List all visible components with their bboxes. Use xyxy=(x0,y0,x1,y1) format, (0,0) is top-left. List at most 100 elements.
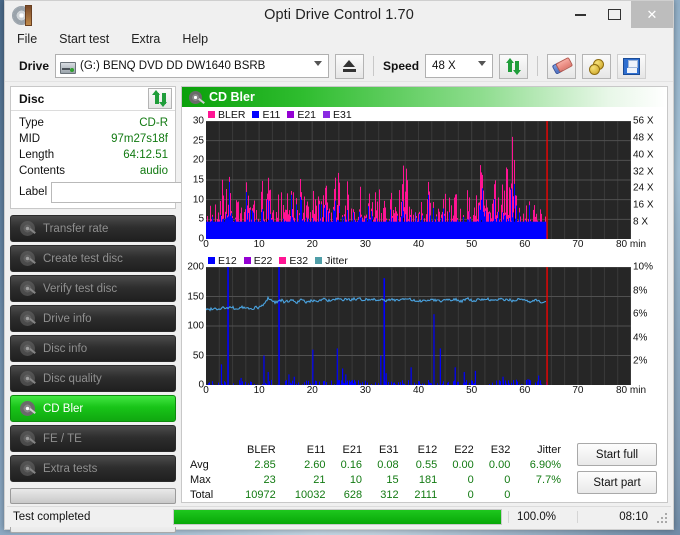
legend-swatch xyxy=(287,111,295,118)
menu-item-file[interactable]: File xyxy=(17,32,37,46)
save-button[interactable] xyxy=(617,53,647,79)
speed-select[interactable]: 48 X xyxy=(425,54,494,78)
y-tick-label: 10 xyxy=(192,194,204,206)
sidebar-item-extra-tests[interactable]: Extra tests xyxy=(10,455,176,482)
legend-item-jitter: Jitter xyxy=(315,255,348,267)
right-tick-label: 40 X xyxy=(633,149,654,161)
stats-col-e31: E31 xyxy=(379,443,399,456)
sidebar-item-fe-te[interactable]: FE / TE xyxy=(10,425,176,452)
maximize-button[interactable] xyxy=(597,1,631,28)
drive-label: Drive xyxy=(19,59,50,73)
sidebar-item-verify-test-disc[interactable]: Verify test disc xyxy=(10,275,176,302)
right-tick-label: 4% xyxy=(633,332,648,344)
nav-spacer xyxy=(10,488,176,504)
table-row: Avg 2.85 2.60 0.16 0.08 0.55 0.00 0.00 6… xyxy=(188,457,563,472)
legend-item-bler: BLER xyxy=(208,109,245,121)
sidebar-item-label: Transfer rate xyxy=(43,222,109,235)
bler-x-axis: 0 10 20 30 40 50 60 70 80 min xyxy=(184,239,665,252)
right-tick-label: 48 X xyxy=(633,132,654,144)
stats-row-label: Avg xyxy=(190,458,209,471)
close-button[interactable]: ✕ xyxy=(631,1,673,28)
sidebar-item-disc-quality[interactable]: Disc quality xyxy=(10,365,176,392)
y-tick-label: 20 xyxy=(192,154,204,166)
disc-icon xyxy=(20,341,35,356)
x-tick-label: 60 xyxy=(519,239,531,250)
stats-col-jitter: Jitter xyxy=(537,443,561,456)
eject-button[interactable] xyxy=(335,53,365,79)
y-tick-label: 25 xyxy=(192,135,204,147)
drive-select[interactable]: (G:) BENQ DVD DD DW1640 BSRB xyxy=(55,54,330,78)
x-tick-label: 40 xyxy=(412,385,425,396)
minimize-button[interactable] xyxy=(563,1,597,28)
menu-item-extra[interactable]: Extra xyxy=(131,32,160,46)
sidebar-item-transfer-rate[interactable]: Transfer rate xyxy=(10,215,176,242)
stats-cell: 0.00 xyxy=(452,458,474,471)
disc-panel: Disc Type CD-R MID 97m27s18f Length 64:1… xyxy=(10,86,257,209)
legend-item-e21: E21 xyxy=(287,109,316,121)
right-tick-label: 24 X xyxy=(633,182,654,194)
disc-row-key: MID xyxy=(19,133,41,145)
menu-item-start-test[interactable]: Start test xyxy=(59,32,109,46)
x-tick-label: 30 xyxy=(359,385,371,396)
start-full-button[interactable]: Start full xyxy=(577,443,657,466)
stats-cell: 7.7% xyxy=(535,473,561,486)
stats-cell: 2.85 xyxy=(254,458,276,471)
disc-icon xyxy=(20,281,35,296)
sidebar-item-create-test-disc[interactable]: Create test disc xyxy=(10,245,176,272)
sidebar-item-label: Create test disc xyxy=(43,252,123,265)
chevron-down-icon xyxy=(314,61,323,66)
title-bar: Opti Drive Control 1.70 ✕ xyxy=(5,1,673,28)
x-tick-label: 80 min xyxy=(615,239,647,250)
sidebar-item-drive-info[interactable]: Drive info xyxy=(10,305,176,332)
stats-table: BLER E11 E21 E31 E12 E22 E32 Jitter Avg xyxy=(188,442,563,502)
x-tick-label: 70 xyxy=(572,239,584,250)
refresh-button[interactable] xyxy=(499,53,529,79)
minimize-icon xyxy=(574,13,586,16)
right-tick-label: 8 X xyxy=(633,216,649,228)
erase-button[interactable] xyxy=(547,53,577,79)
bitsetting-button[interactable] xyxy=(582,53,612,79)
panel-header: CD Bler xyxy=(182,87,667,107)
progress-fill xyxy=(174,510,501,524)
eraser-icon xyxy=(550,56,573,77)
start-part-button[interactable]: Start part xyxy=(577,471,657,494)
menu-item-help[interactable]: Help xyxy=(182,32,208,46)
close-icon: ✕ xyxy=(646,6,658,22)
legend-swatch xyxy=(315,257,323,264)
e12-jitter-chart: E12 E22 E32 Jitter 0 50 100 150 200 2% 4… xyxy=(184,254,665,398)
stats-col-e32: E32 xyxy=(490,443,511,456)
stats-cell: 21 xyxy=(313,473,326,486)
eject-icon xyxy=(343,60,357,72)
e12-plot[interactable] xyxy=(206,267,631,385)
drive-select-value: (G:) BENQ DVD DD DW1640 BSRB xyxy=(80,60,266,72)
stats-cell: 0.08 xyxy=(377,458,399,471)
e12-plot-wrap: 0 50 100 150 200 2% 4% 6% 8% 10% xyxy=(184,262,665,391)
legend-swatch xyxy=(208,111,215,118)
x-tick-label: 10 xyxy=(253,385,265,396)
sidebar-item-label: Extra tests xyxy=(43,462,98,475)
stats-cell: 10972 xyxy=(245,488,276,501)
stats-col-bler: BLER xyxy=(247,443,276,456)
x-tick-label: 30 xyxy=(359,239,371,250)
sidebar-item-disc-info[interactable]: Disc info xyxy=(10,335,176,362)
disc-row-length: Length 64:12.51 xyxy=(19,147,168,163)
right-tick-label: 16 X xyxy=(633,199,654,211)
y-tick-label: 30 xyxy=(192,115,204,127)
save-icon xyxy=(623,57,641,75)
nav-list: Transfer rate Create test disc Verify te… xyxy=(10,215,176,533)
legend-item-e12: E12 xyxy=(208,255,237,267)
chevron-down-icon xyxy=(478,61,487,66)
sidebar-item-cd-bler[interactable]: CD Bler xyxy=(10,395,176,422)
stats-cell xyxy=(512,487,563,502)
table-row: Max 23 21 10 15 181 0 0 7.7% xyxy=(188,472,563,487)
toolbar-divider xyxy=(537,56,539,76)
stats-cell: 0 xyxy=(504,488,511,501)
menu-bar: File Start test Extra Help xyxy=(5,28,673,51)
stats-cell: 312 xyxy=(380,488,399,501)
stats-cell: 2111 xyxy=(414,488,438,501)
disc-refresh-button[interactable] xyxy=(148,88,172,109)
y-tick-label: 50 xyxy=(192,350,204,361)
refresh-icon xyxy=(152,90,168,107)
bler-plot[interactable] xyxy=(206,121,631,239)
resize-grip[interactable] xyxy=(654,510,668,524)
